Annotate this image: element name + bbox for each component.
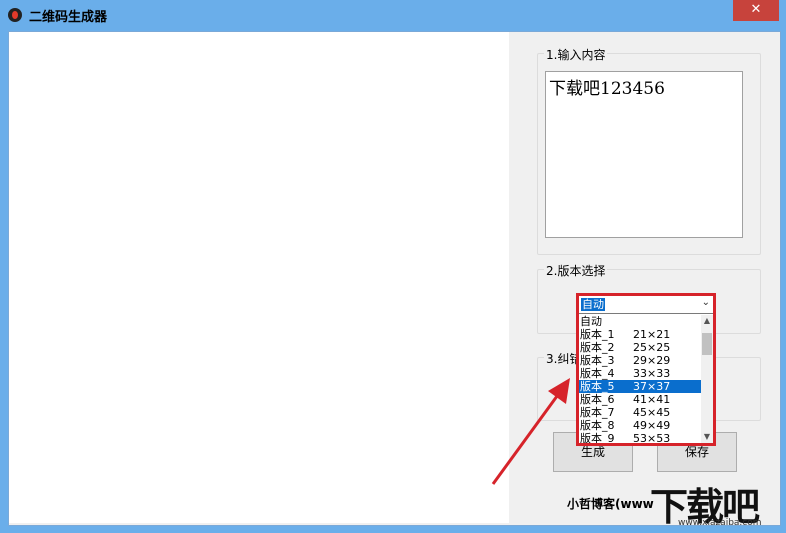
version-option-list[interactable]: 自动 版本_1 21×21 版本_2 25×25 版本_3 29×29 版本_4 33×33 版本…	[579, 315, 701, 443]
version-option-size: 25×25	[633, 341, 671, 354]
version-option-size: 41×41	[633, 393, 671, 406]
version-option-size: 21×21	[633, 328, 671, 341]
version-option[interactable]: 版本_7 45×45	[579, 406, 701, 419]
scroll-thumb[interactable]	[702, 333, 712, 355]
version-option-name: 版本_7	[580, 406, 615, 419]
version-option[interactable]: 版本_9 53×53	[579, 432, 701, 443]
version-option[interactable]: 版本_4 33×33	[579, 367, 701, 380]
version-option-name: 版本_5	[580, 380, 615, 393]
app-window: 二维码生成器 ✕ 1.输入内容 下载吧123456 2.版本选择 3.纠错 生成…	[0, 0, 786, 533]
version-option-name: 版本_3	[580, 354, 615, 367]
version-option[interactable]: 版本_1 21×21	[579, 328, 701, 341]
version-option-name: 版本_8	[580, 419, 615, 432]
chevron-down-icon[interactable]: ⌄	[702, 297, 710, 308]
version-option-size: 33×33	[633, 367, 671, 380]
version-dropdown[interactable]: 自动 ⌄ 自动 版本_1 21×21 版本_2 25×25 版本_3 29×29 版本_4 33…	[576, 293, 716, 446]
version-option-size: 37×37	[633, 380, 671, 393]
version-option[interactable]: 版本_2 25×25	[579, 341, 701, 354]
scroll-down-icon[interactable]: ▼	[701, 431, 713, 443]
version-option[interactable]: 版本_8 49×49	[579, 419, 701, 432]
version-option-size: 29×29	[633, 354, 671, 367]
site-watermark: 下载吧 www.xiazaiba.com	[650, 476, 784, 532]
version-option[interactable]: 版本_5 37×37	[579, 380, 701, 393]
version-option[interactable]: 版本_6 41×41	[579, 393, 701, 406]
scroll-up-icon[interactable]: ▲	[701, 315, 713, 327]
version-option-size: 45×45	[633, 406, 671, 419]
version-option-name: 版本_4	[580, 367, 615, 380]
version-option[interactable]: 自动	[579, 315, 701, 328]
version-option-name: 版本_2	[580, 341, 615, 354]
list-scrollbar[interactable]: ▲ ▼	[701, 315, 713, 443]
version-option-name: 版本_9	[580, 432, 615, 443]
annotation-arrow	[491, 378, 570, 485]
version-option-size: 53×53	[633, 432, 671, 443]
version-option-name: 版本_6	[580, 393, 615, 406]
watermark-url: www.xiazaiba.com	[678, 518, 762, 528]
version-option-size: 49×49	[633, 419, 671, 432]
version-select[interactable]: 自动 ⌄	[579, 296, 713, 314]
version-select-value: 自动	[581, 298, 605, 311]
version-option-name: 自动	[580, 315, 602, 328]
version-option-name: 版本_1	[580, 328, 615, 341]
version-option[interactable]: 版本_3 29×29	[579, 354, 701, 367]
